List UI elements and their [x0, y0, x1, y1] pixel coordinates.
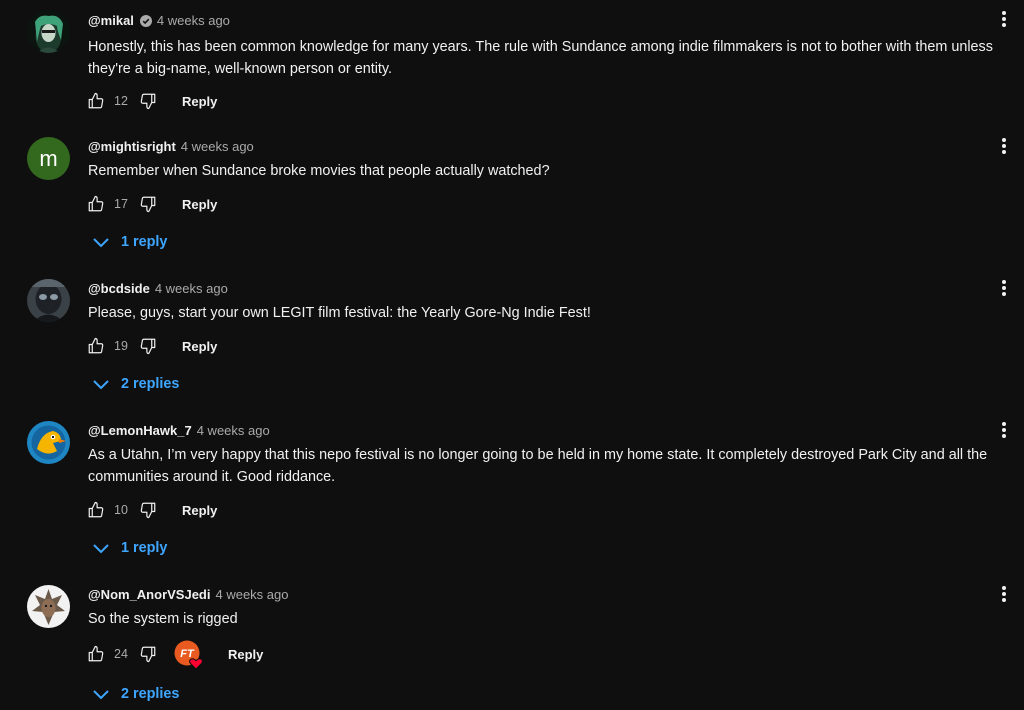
- chevron-down-icon: [92, 233, 110, 251]
- creator-heart-badge: FT: [174, 640, 203, 670]
- comment-timestamp[interactable]: 4 weeks ago: [181, 139, 254, 154]
- avatar-image: [27, 10, 70, 53]
- thumbs-down-icon: [140, 646, 156, 663]
- dislike-button[interactable]: [138, 336, 158, 356]
- comment-header: @mikal 4 weeks ago: [88, 11, 230, 29]
- like-count: 10: [114, 503, 128, 517]
- more-actions-button[interactable]: [992, 7, 1016, 31]
- chevron-down-icon: [92, 539, 110, 557]
- verified-icon: [139, 14, 152, 27]
- avatar-image: [27, 585, 70, 628]
- view-replies-button[interactable]: 1 reply: [92, 537, 167, 559]
- creator-badge-text: FT: [180, 648, 195, 660]
- thumbs-up-icon: [88, 195, 104, 212]
- avatar[interactable]: m: [27, 137, 70, 180]
- comment-text: Honestly, this has been common knowledge…: [88, 39, 993, 77]
- creator-avatar: FT: [174, 640, 203, 670]
- comment-header: @Nom_AnorVSJedi 4 weeks ago: [88, 585, 288, 603]
- dislike-button[interactable]: [138, 500, 158, 520]
- thumbs-up-icon: [88, 92, 104, 109]
- like-button[interactable]: [86, 91, 106, 111]
- avatar-image: [27, 421, 70, 464]
- dislike-button[interactable]: [138, 91, 158, 111]
- comments-section: @mikal 4 weeks ago Honestly, this has be…: [0, 0, 1024, 710]
- reply-button[interactable]: Reply: [182, 503, 217, 518]
- comment-author[interactable]: @mikal: [88, 13, 134, 28]
- replies-count-label: 2 replies: [121, 686, 180, 702]
- like-count: 17: [114, 197, 128, 211]
- more-actions-button[interactable]: [992, 134, 1016, 158]
- thumbs-down-icon: [140, 196, 156, 213]
- comment-text: Remember when Sundance broke movies that…: [88, 163, 550, 179]
- replies-count-label: 2 replies: [121, 376, 180, 392]
- chevron-down-icon: [92, 685, 110, 703]
- more-vert-icon: [1002, 138, 1006, 154]
- view-replies-button[interactable]: 1 reply: [92, 231, 167, 253]
- avatar[interactable]: [27, 585, 70, 628]
- more-actions-button[interactable]: [992, 418, 1016, 442]
- more-vert-icon: [1002, 586, 1006, 602]
- like-button[interactable]: [86, 500, 106, 520]
- dislike-button[interactable]: [138, 644, 158, 664]
- heart-icon: [189, 658, 203, 670]
- chevron-down-icon: [92, 375, 110, 393]
- view-replies-button[interactable]: 2 replies: [92, 373, 179, 395]
- comment-author[interactable]: @bcdside: [88, 281, 150, 296]
- view-replies-button[interactable]: 2 replies: [92, 683, 179, 705]
- comment-actions: 12 Reply: [86, 90, 217, 112]
- comment-actions: 10 Reply: [86, 499, 217, 521]
- comment-header: @LemonHawk_7 4 weeks ago: [88, 421, 270, 439]
- thumbs-down-icon: [140, 338, 156, 355]
- avatar[interactable]: [27, 421, 70, 464]
- comment-text: As a Utahn, I’m very happy that this nep…: [88, 447, 988, 485]
- comment-author[interactable]: @mightisright: [88, 139, 176, 154]
- more-actions-button[interactable]: [992, 582, 1016, 606]
- avatar[interactable]: [27, 279, 70, 322]
- replies-count-label: 1 reply: [121, 540, 168, 556]
- comment-author[interactable]: @Nom_AnorVSJedi: [88, 587, 210, 602]
- more-actions-button[interactable]: [992, 276, 1016, 300]
- replies-count-label: 1 reply: [121, 234, 168, 250]
- reply-button[interactable]: Reply: [182, 197, 217, 212]
- reply-button[interactable]: Reply: [228, 647, 263, 662]
- comment-actions: 24 FT Reply: [86, 640, 263, 670]
- comment-actions: 19 Reply: [86, 335, 217, 357]
- like-button[interactable]: [86, 336, 106, 356]
- comment-timestamp[interactable]: 4 weeks ago: [215, 587, 288, 602]
- more-vert-icon: [1002, 280, 1006, 296]
- comment-text: So the system is rigged: [88, 611, 238, 627]
- comment-header: @mightisright 4 weeks ago: [88, 137, 254, 155]
- reply-button[interactable]: Reply: [182, 339, 217, 354]
- like-count: 19: [114, 339, 128, 353]
- avatar[interactable]: [27, 10, 70, 53]
- reply-button[interactable]: Reply: [182, 94, 217, 109]
- thumbs-up-icon: [88, 645, 104, 662]
- like-button[interactable]: [86, 194, 106, 214]
- like-button[interactable]: [86, 644, 106, 664]
- like-count: 24: [114, 647, 128, 661]
- comment-timestamp[interactable]: 4 weeks ago: [197, 423, 270, 438]
- dislike-button[interactable]: [138, 194, 158, 214]
- thumbs-up-icon: [88, 501, 104, 518]
- comment-header: @bcdside 4 weeks ago: [88, 279, 228, 297]
- like-count: 12: [114, 94, 128, 108]
- thumbs-up-icon: [88, 337, 104, 354]
- comment-author[interactable]: @LemonHawk_7: [88, 423, 192, 438]
- thumbs-down-icon: [140, 93, 156, 110]
- more-vert-icon: [1002, 422, 1006, 438]
- comment-text: Please, guys, start your own LEGIT film …: [88, 305, 591, 321]
- thumbs-down-icon: [140, 502, 156, 519]
- avatar-letter: m: [39, 145, 58, 171]
- avatar-image: [27, 279, 70, 322]
- comment-actions: 17 Reply: [86, 193, 217, 215]
- comment-timestamp[interactable]: 4 weeks ago: [157, 13, 230, 28]
- more-vert-icon: [1002, 11, 1006, 27]
- comment-timestamp[interactable]: 4 weeks ago: [155, 281, 228, 296]
